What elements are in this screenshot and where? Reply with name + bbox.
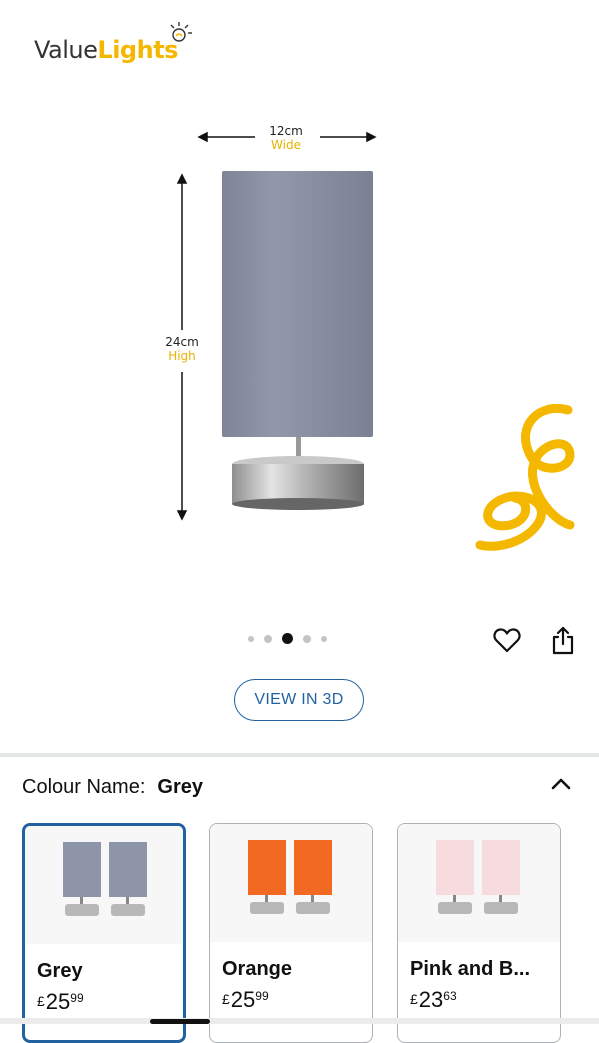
- colour-swatch-list: Grey £2599 Orange £2599 Pink and B... £2…: [22, 823, 599, 1043]
- carousel-dot-active[interactable]: [282, 633, 293, 644]
- carousel-dot[interactable]: [264, 634, 272, 643]
- swatch-image: [25, 826, 183, 944]
- product-image[interactable]: ValueLights 12cm Wide 24cm High: [0, 0, 599, 610]
- section-divider: [0, 753, 599, 757]
- height-dimension: 24cm High: [165, 335, 199, 363]
- brand-swirl-graphic: [475, 404, 575, 551]
- colour-label: Colour Name:: [22, 776, 146, 798]
- bottom-bar: [0, 1018, 599, 1024]
- lamp-base: [484, 902, 518, 914]
- carousel-dot[interactable]: [321, 635, 327, 642]
- lamp-shade: [109, 842, 147, 897]
- colour-name-row: Colour Name: Grey: [22, 776, 203, 799]
- home-indicator: [150, 1019, 210, 1024]
- swatch-name: Grey: [37, 960, 83, 982]
- carousel-indicator: [248, 633, 327, 644]
- width-dimension: 12cm Wide: [269, 124, 303, 152]
- lamp-stem: [126, 897, 129, 904]
- lamp-stem: [265, 895, 268, 902]
- lamp-shade: [482, 840, 520, 895]
- lamp-stem: [499, 895, 502, 902]
- lamp-illustration: [222, 171, 373, 510]
- lamp-shade: [248, 840, 286, 895]
- swatch-name: Orange: [222, 958, 293, 980]
- share-icon: [552, 626, 574, 655]
- colour-value: Grey: [157, 776, 203, 798]
- share-button[interactable]: [547, 624, 579, 656]
- lamp-stem: [453, 895, 456, 902]
- heart-icon: [493, 628, 521, 653]
- swatch-image: [210, 824, 372, 942]
- swatch-orange[interactable]: Orange £2599: [209, 823, 373, 1043]
- lamp-base: [65, 904, 99, 916]
- swatch-price: £2599: [222, 987, 269, 1012]
- lamp-base: [296, 902, 330, 914]
- lamp-base: [438, 902, 472, 914]
- swatch-image: [398, 824, 560, 942]
- lamp-shade: [63, 842, 101, 897]
- swatch-grey[interactable]: Grey £2599: [22, 823, 186, 1043]
- swatch-name: Pink and B...: [410, 958, 531, 980]
- lamp-base: [111, 904, 145, 916]
- lamp-base: [250, 902, 284, 914]
- carousel-dot[interactable]: [248, 635, 254, 642]
- lamp-shade: [294, 840, 332, 895]
- swatch-pink-and-b[interactable]: Pink and B... £2363: [397, 823, 561, 1043]
- lamp-shade: [436, 840, 474, 895]
- chevron-up-icon[interactable]: [547, 770, 575, 798]
- view-in-3d-button[interactable]: VIEW IN 3D: [234, 679, 364, 721]
- swatch-price: £2599: [37, 989, 84, 1014]
- carousel-dot[interactable]: [303, 634, 311, 643]
- swatch-price: £2363: [410, 987, 457, 1012]
- lamp-stem: [80, 897, 83, 904]
- lamp-stem: [311, 895, 314, 902]
- favorite-button[interactable]: [491, 624, 523, 656]
